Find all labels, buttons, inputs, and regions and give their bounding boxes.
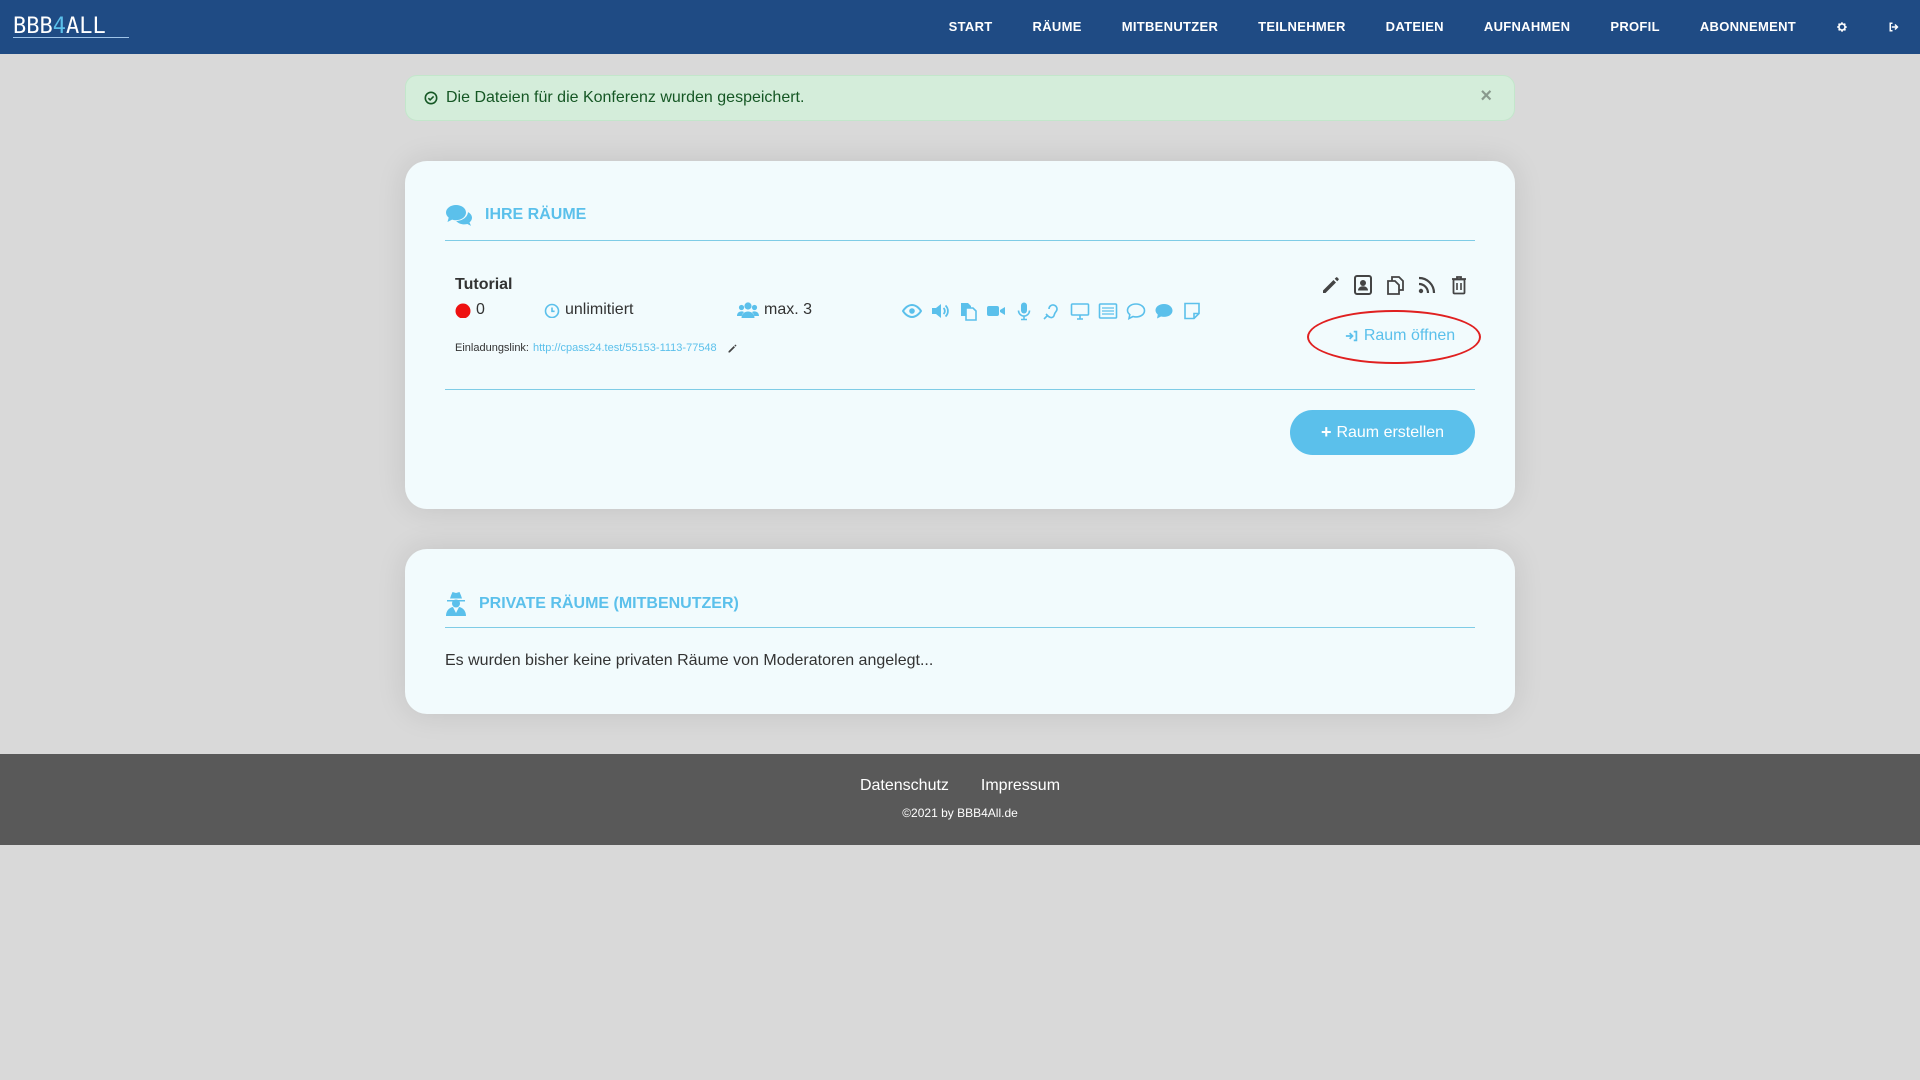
navbar: BBB4ALL START RÄUME MITBENUTZER TEILNEHM…	[0, 0, 1920, 54]
footer: Datenschutz Impressum ©2021 by BBB4All.d…	[0, 754, 1920, 845]
invite-url[interactable]: http://cpass24.test/55153-1113-77548	[533, 342, 717, 354]
alert-close-button[interactable]: ×	[1480, 86, 1492, 106]
main-nav: START RÄUME MITBENUTZER TEILNEHMER DATEI…	[929, 0, 1920, 54]
eye-icon	[902, 303, 922, 319]
success-alert: Die Dateien für die Konferenz wurden ges…	[405, 75, 1515, 121]
pencil-icon[interactable]	[727, 343, 738, 354]
brand-four: 4	[52, 14, 66, 39]
comment-filled-icon	[1155, 304, 1173, 319]
nav-start[interactable]: START	[929, 0, 1013, 54]
volume-icon	[932, 304, 949, 318]
room-action-icons	[1320, 274, 1470, 296]
files-icon	[961, 303, 977, 321]
divider	[445, 627, 1475, 628]
nav-teilnehmer[interactable]: TEILNEHMER	[1238, 0, 1366, 54]
rss-icon[interactable]	[1416, 274, 1438, 296]
participant-count: 0	[476, 301, 485, 318]
copyright: ©2021 by BBB4All.de	[902, 806, 1018, 820]
divider	[445, 389, 1475, 390]
status-dot-icon	[455, 303, 471, 318]
check-circle-icon	[424, 91, 438, 105]
room-feature-icons	[902, 301, 1202, 321]
empty-state-text: Es wurden bisher keine privaten Räume vo…	[445, 652, 934, 669]
nav-aufnahmen[interactable]: AUFNAHMEN	[1464, 0, 1590, 54]
nav-raeume[interactable]: RÄUME	[1013, 0, 1102, 54]
room-duration: unlimitiert	[544, 301, 633, 319]
trash-icon[interactable]	[1448, 274, 1470, 296]
invite-link: Einladungslink: http://cpass24.test/5515…	[455, 342, 738, 354]
open-room-button[interactable]: Raum öffnen	[1330, 318, 1470, 354]
user-secret-icon	[446, 592, 466, 616]
note-icon	[1184, 302, 1200, 320]
footer-link-datenschutz[interactable]: Datenschutz	[860, 777, 949, 795]
sign-out-icon[interactable]	[1868, 0, 1920, 54]
comments-icon	[446, 205, 472, 226]
open-room-label: Raum öffnen	[1363, 327, 1456, 344]
footer-links: Datenschutz Impressum	[0, 777, 1920, 795]
room-participants: 0	[455, 301, 485, 319]
nav-abonnement[interactable]: ABONNEMENT	[1680, 0, 1816, 54]
divider	[445, 240, 1475, 241]
private-rooms-card: PRIVATE RÄUME (MITBENUTZER) Es wurden bi…	[405, 549, 1515, 714]
list-icon	[1098, 303, 1118, 319]
copy-icon[interactable]	[1384, 274, 1406, 296]
comment-icon	[1126, 303, 1146, 320]
rooms-card-title: IHRE RÄUME	[445, 203, 586, 227]
alert-message: Die Dateien für die Konferenz wurden ges…	[446, 89, 805, 106]
nav-mitbenutzer[interactable]: MITBENUTZER	[1102, 0, 1238, 54]
nav-dateien[interactable]: DATEIEN	[1366, 0, 1464, 54]
microphone-icon	[1017, 302, 1031, 321]
duration-value: unlimitiert	[565, 301, 634, 318]
rooms-card: IHRE RÄUME Tutorial 0 unlimitiert max. 3	[405, 161, 1515, 509]
clock-icon	[544, 303, 560, 318]
brand-underline	[13, 37, 129, 38]
brand-suffix: ALL	[66, 14, 106, 39]
footer-link-impressum[interactable]: Impressum	[981, 777, 1060, 795]
desktop-icon	[1070, 303, 1090, 320]
invite-label: Einladungslink:	[455, 342, 529, 354]
create-room-button[interactable]: + Raum erstellen	[1290, 410, 1475, 455]
room-max-users: max. 3	[737, 301, 812, 319]
pencil-icon[interactable]	[1320, 274, 1342, 296]
plus-icon: +	[1320, 422, 1332, 442]
video-icon	[987, 306, 1005, 316]
max-users-value: max. 3	[764, 301, 813, 318]
gear-icon[interactable]	[1816, 0, 1868, 54]
private-rooms-title: PRIVATE RÄUME (MITBENUTZER)	[445, 591, 739, 617]
users-icon	[737, 302, 759, 318]
contact-icon[interactable]	[1352, 274, 1374, 296]
private-rooms-title-text: PRIVATE RÄUME (MITBENUTZER)	[479, 595, 739, 612]
sign-in-icon	[1345, 330, 1358, 342]
rooms-card-title-text: IHRE RÄUME	[485, 206, 587, 223]
assistive-listening-icon	[1043, 304, 1058, 320]
nav-profil[interactable]: PROFIL	[1590, 0, 1679, 54]
create-room-label: Raum erstellen	[1336, 423, 1445, 441]
brand-prefix: BBB	[13, 14, 53, 39]
room-name: Tutorial	[455, 276, 513, 293]
